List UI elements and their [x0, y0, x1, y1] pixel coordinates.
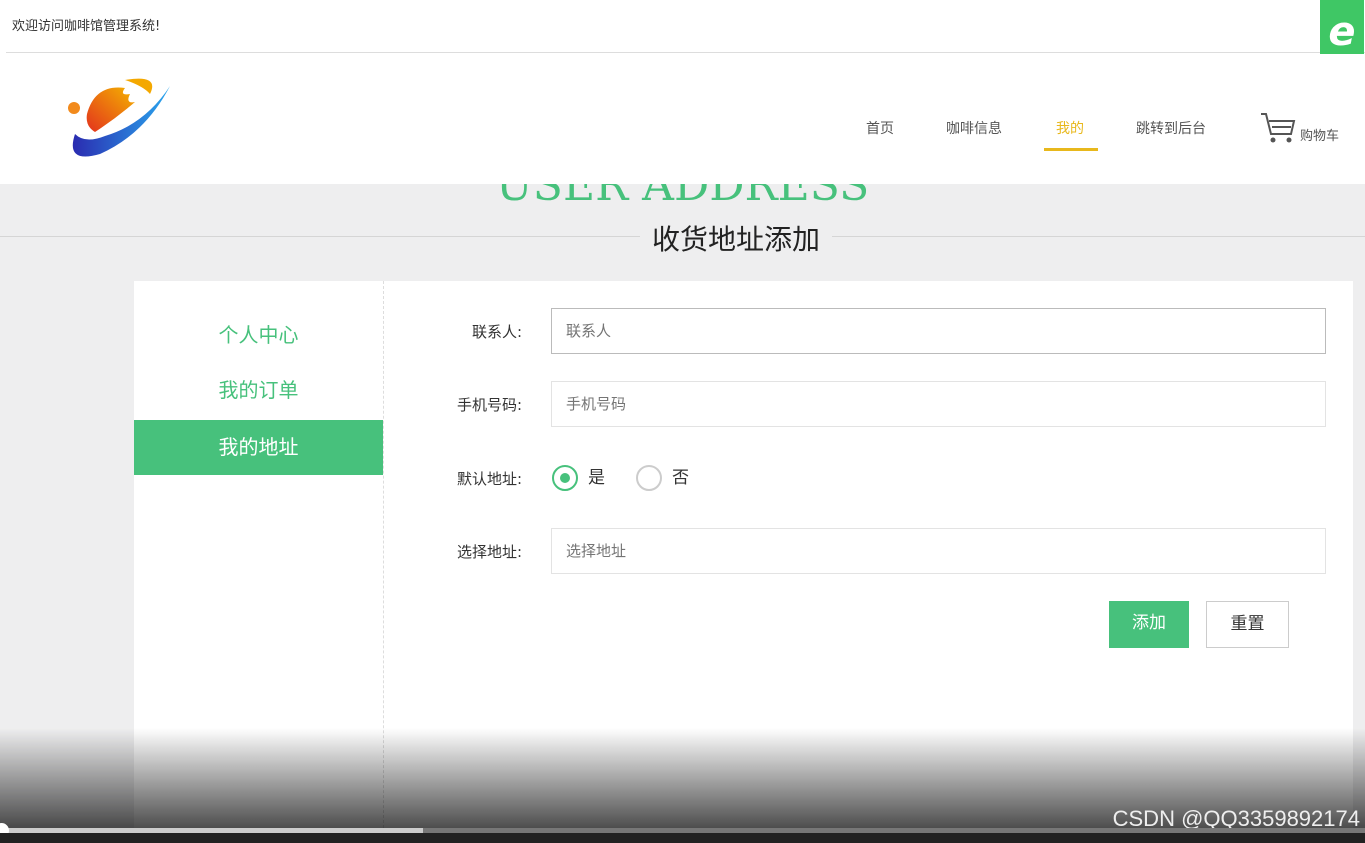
address-label: 选择地址: [456, 543, 522, 561]
sidebar-item-address[interactable]: 我的地址 [134, 420, 383, 475]
address-select-input[interactable] [551, 528, 1326, 574]
default-yes-radio[interactable] [552, 465, 578, 491]
contact-label: 联系人: [471, 323, 522, 341]
nav-cart[interactable]: 购物车 [1260, 112, 1339, 144]
reset-button[interactable]: 重置 [1206, 601, 1289, 648]
nav-home[interactable]: 首页 [866, 118, 894, 138]
cart-label: 购物车 [1300, 129, 1340, 144]
add-button[interactable]: 添加 [1109, 601, 1189, 648]
nav-mine[interactable]: 我的 [1056, 118, 1084, 138]
phone-label: 手机号码: [456, 396, 522, 414]
nav-coffee-info[interactable]: 咖啡信息 [946, 118, 1002, 138]
default-no-radio[interactable] [636, 465, 662, 491]
sidebar-item-profile[interactable]: 个人中心 [134, 308, 383, 363]
video-controls-bar [0, 833, 1365, 843]
default-address-label: 默认地址: [456, 470, 522, 488]
welcome-text: 欢迎访问咖啡馆管理系统! [12, 19, 161, 34]
page-title: 收货地址添加 [640, 218, 833, 258]
sidebar-item-orders[interactable]: 我的订单 [134, 363, 383, 418]
active-nav-indicator [1044, 148, 1098, 151]
cart-icon [1261, 113, 1296, 143]
default-yes-label: 是 [588, 468, 605, 488]
contact-input[interactable] [551, 308, 1326, 354]
default-no-label: 否 [672, 468, 689, 488]
phone-input[interactable] [551, 381, 1326, 427]
divider [6, 52, 1365, 53]
logo[interactable] [55, 74, 175, 166]
nav-admin[interactable]: 跳转到后台 [1136, 118, 1206, 138]
header: 首页 咖啡信息 我的 跳转到后台 购物车 [0, 54, 1365, 184]
top-bar: 欢迎访问咖啡馆管理系统! [0, 0, 1365, 54]
